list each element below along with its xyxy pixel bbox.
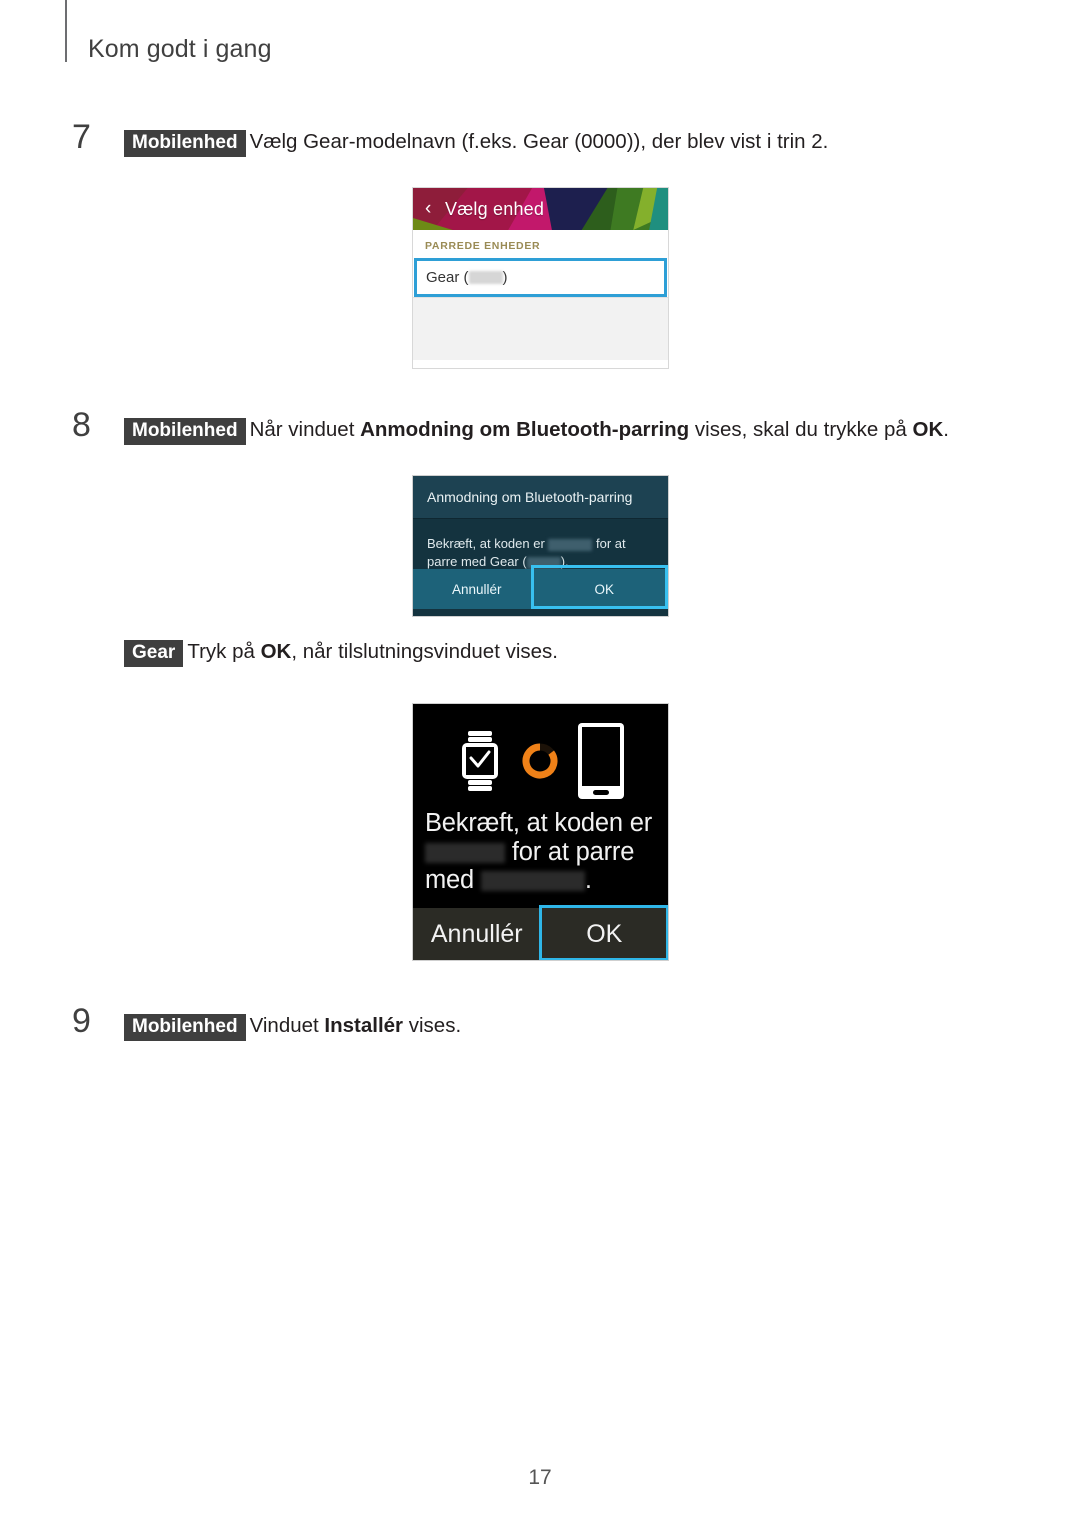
smartwatch-check-icon [461, 730, 498, 791]
dialog-ok-button[interactable]: OK [541, 569, 669, 609]
gear-action-bar: Annullér OK [413, 905, 669, 960]
substep-gear-text-a: Tryk på [187, 640, 261, 663]
chevron-left-icon[interactable]: ‹ [425, 196, 431, 222]
dialog-title: Anmodning om Bluetooth-parring [413, 476, 668, 519]
device-picker-title: Vælg enhed [445, 199, 545, 219]
dialog-body-line1-b: for at [592, 536, 626, 551]
pairing-icon-row [413, 704, 668, 809]
orange-loading-ring-icon [522, 743, 557, 778]
device-picker-screenshot: ‹ Vælg enhed PARREDE ENHEDER Gear () [412, 187, 669, 369]
step-7-number: 7 [72, 118, 91, 156]
dialog-action-bar: Annullér OK [413, 565, 669, 609]
step-8-text: Mobilenhed Når vinduet Anmodning om Bluet… [124, 413, 1032, 445]
step-9-number: 9 [72, 1002, 91, 1040]
step-9-text: Mobilenhed Vinduet Installér vises. [124, 1009, 1032, 1041]
step-7-instruction: Vælg Gear-modelnavn (f.eks. Gear (0000))… [249, 130, 829, 153]
gear-message-line-3-text: med [425, 866, 475, 895]
redacted-passkey [548, 538, 593, 551]
device-picker-appbar: ‹ Vælg enhed [413, 188, 668, 230]
dialog-body-line2-a: parre med Gear ( [427, 554, 527, 570]
chapter-title: Kom godt i gang [88, 35, 272, 63]
dialog-body-line2-b: ). [560, 554, 569, 570]
step-8-text-c: . [943, 418, 949, 441]
list-item-gear-device[interactable]: Gear () [414, 258, 667, 297]
gear-pairing-message: Bekræft, at koden er for at parre med . [413, 809, 668, 895]
step-8-text-a: Når vinduet [249, 418, 361, 441]
step-9-device-tag: Mobilenhed [124, 1014, 246, 1041]
step-8-ok-label: OK [912, 418, 944, 441]
gear-device-name-suffix: ) [502, 269, 508, 286]
gear-message-line-3: med . [425, 866, 656, 895]
step-9-text-b: vises. [403, 1014, 462, 1037]
paired-devices-section-label: PARREDE ENHEDER [413, 230, 668, 258]
dialog-cancel-button[interactable]: Annullér [413, 569, 541, 609]
step-8-number: 8 [72, 406, 91, 444]
step-9-text-a: Vinduet [249, 1014, 325, 1037]
substep-gear-text-b: , når tilslutningsvinduet vises. [291, 640, 558, 663]
step-9-window-name: Installér [324, 1014, 404, 1037]
device-picker-empty-area [413, 297, 668, 360]
redacted-device-id [468, 271, 503, 284]
step-8-device-tag: Mobilenhed [124, 418, 246, 445]
header-divider-rule [65, 0, 67, 62]
redacted-device-id-dialog [526, 557, 561, 570]
gear-message-line-3-period: . [584, 866, 592, 895]
gear-message-line-2-text: for at parre [505, 837, 635, 866]
step-8-dialog-name: Anmodning om Bluetooth-parring [360, 418, 690, 441]
gear-device-name-prefix: Gear ( [426, 269, 469, 286]
step-7-text: Mobilenhed Vælg Gear-modelnavn (f.eks. Ge… [124, 125, 1032, 157]
step-7: 7 Mobilenhed Vælg Gear-modelnavn (f.eks. … [72, 120, 1032, 157]
dialog-body-line1-a: Bekræft, at koden er [427, 536, 549, 551]
step-8-text-b: vises, skal du trykke på [689, 418, 913, 441]
smartphone-icon [577, 722, 624, 799]
redacted-passkey-gear [425, 842, 505, 863]
step-7-device-tag: Mobilenhed [124, 130, 246, 157]
page-number: 17 [528, 1466, 552, 1489]
gear-ok-button[interactable]: OK [541, 908, 669, 960]
gear-watch-screenshot: Bekræft, at koden er for at parre med . … [412, 703, 669, 961]
substep-gear-tag: Gear [124, 640, 184, 667]
gear-message-line-1: Bekræft, at koden er [425, 809, 653, 837]
substep-gear-ok-label: OK [260, 640, 292, 663]
dialog-body: Bekræft, at koden er for at parre med Ge… [413, 519, 668, 569]
gear-message-line-2: for at parre [425, 838, 656, 867]
substep-gear: Gear Tryk på OK, når tilslutningsvinduet … [124, 638, 1024, 667]
step-8: 8 Mobilenhed Når vinduet Anmodning om Blu… [72, 408, 1032, 445]
page-header: Kom godt i gang [0, 0, 1080, 90]
step-9: 9 Mobilenhed Vinduet Installér vises. [72, 1004, 1032, 1041]
gear-cancel-button[interactable]: Annullér [413, 908, 541, 960]
redacted-device-name-gear [480, 871, 585, 892]
bluetooth-pairing-dialog-screenshot: Anmodning om Bluetooth-parring Bekræft, … [412, 475, 669, 617]
